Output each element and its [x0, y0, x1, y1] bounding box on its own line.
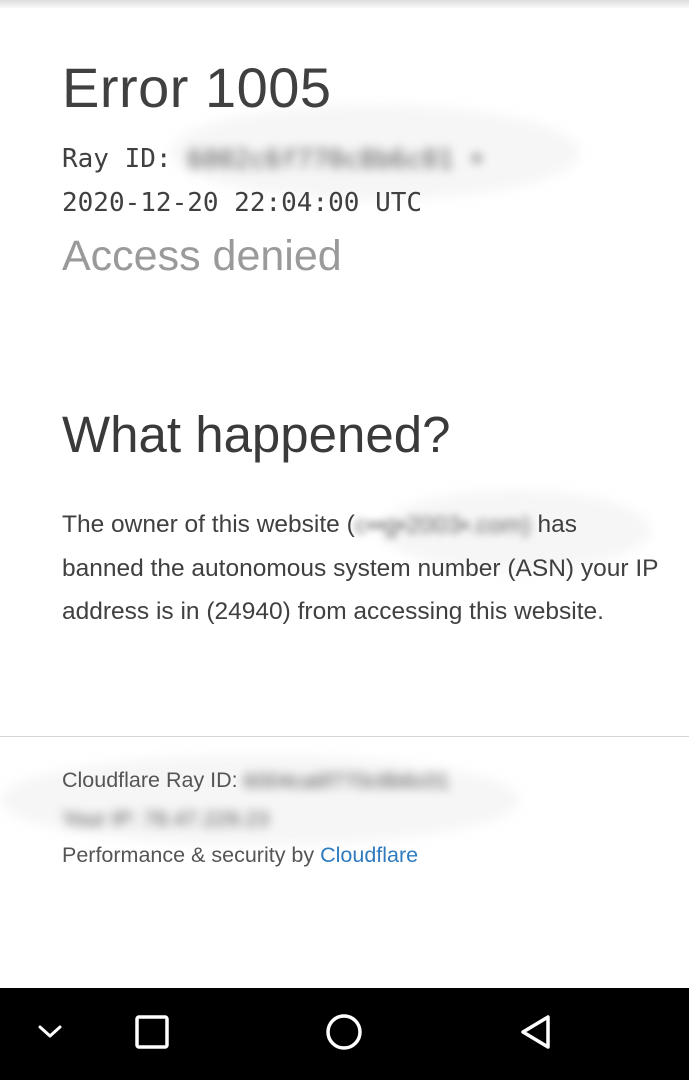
para-start: The owner of this website (: [62, 511, 355, 538]
footer-ip: Your IP: 78.47.229.23: [62, 806, 269, 832]
performance-text: Performance & security by: [62, 843, 321, 867]
nav-recents-button[interactable]: [102, 988, 202, 1080]
what-happened-text: The owner of this website (c••g•2003•.co…: [62, 503, 662, 633]
website-name: c••g•2003•.com): [354, 512, 531, 540]
nav-back-button[interactable]: [486, 988, 586, 1080]
access-denied-subtitle: Access denied: [62, 232, 342, 280]
triangle-back-icon: [518, 1014, 554, 1055]
footer-performance: Performance & security by Cloudflare: [62, 843, 418, 868]
what-happened-heading: What happened?: [62, 406, 451, 463]
footer-ray-id: Cloudflare Ray ID: 6004ca6f770c8b6c01: [62, 768, 449, 794]
ray-id-line: Ray ID: 6002c6f770c8b6c01 •: [62, 144, 485, 175]
chevron-down-icon: [36, 1023, 64, 1046]
navigation-bar: [0, 988, 689, 1080]
footer-ray-label: Cloudflare Ray ID:: [62, 768, 244, 792]
nav-home-button[interactable]: [294, 988, 394, 1080]
timestamp: 2020-12-20 22:04:00 UTC: [62, 188, 423, 218]
square-recents-icon: [134, 1014, 170, 1055]
cloudflare-link[interactable]: Cloudflare: [320, 843, 418, 867]
ip-address: Your IP: 78.47.229.23: [62, 806, 270, 831]
top-shadow: [0, 0, 689, 9]
nav-collapse-button[interactable]: [0, 988, 100, 1080]
error-title: Error 1005: [62, 56, 332, 119]
circle-home-icon: [324, 1012, 364, 1057]
page: Error 1005 Ray ID: 6002c6f770c8b6c01 • 2…: [0, 0, 689, 1080]
ray-id-value: 6002c6f770c8b6c01 •: [187, 144, 485, 175]
footer-ray-value: 6004ca6f770c8b6c01: [243, 768, 450, 793]
ray-id-label: Ray ID:: [62, 144, 172, 174]
divider: [0, 736, 689, 737]
